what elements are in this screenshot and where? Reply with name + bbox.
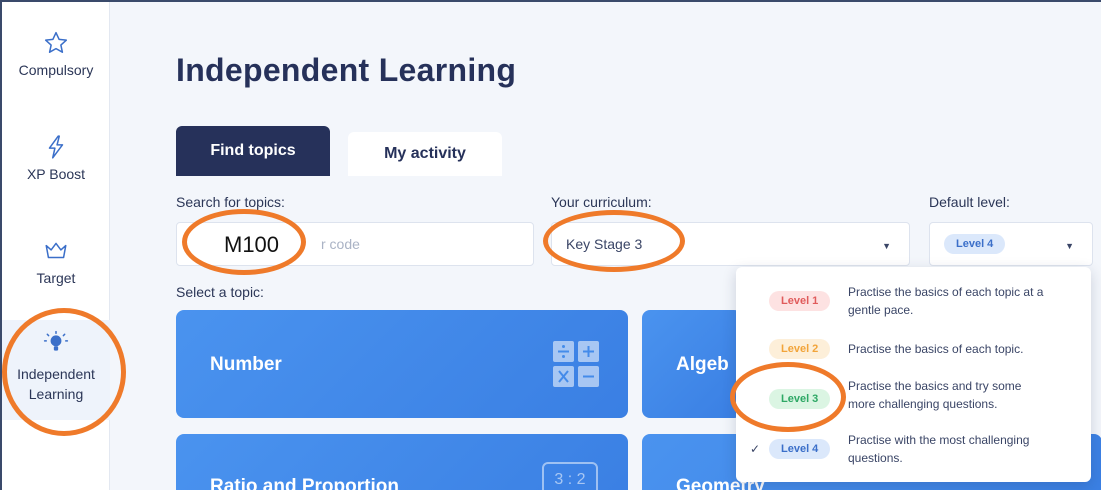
tab-my-activity[interactable]: My activity [348,132,502,176]
default-level-select[interactable]: Level 4 ▼ [929,222,1093,266]
level-badge: Level 1 [769,291,831,311]
default-level-label: Default level: [929,194,1010,210]
checkmark-icon: ✓ [750,442,761,456]
star-icon [44,31,68,53]
sidebar: Compulsory XP Boost Target Independent L… [2,2,110,490]
sidebar-item-label: Target [36,270,76,286]
sidebar-item-label: Independent Learning [17,366,95,402]
lightbulb-icon [43,330,69,351]
search-placeholder: r code [321,236,360,252]
topic-title: Ratio and Proportion [210,476,399,490]
topic-card-number[interactable]: Number [176,310,628,418]
curriculum-select[interactable]: Key Stage 3 ▼ [551,222,910,266]
search-label: Search for topics: [176,194,285,210]
app-frame: Compulsory XP Boost Target Independent L… [0,0,1101,490]
curriculum-value: Key Stage 3 [566,236,643,252]
level-description: Practise the basics and try some more ch… [848,379,1022,411]
level-badge: Level 4 [769,439,831,459]
level-option-4[interactable]: ✓ Level 4 Practise with the most challen… [736,431,1091,479]
level-option-2[interactable]: Level 2 Practise the basics of each topi… [736,339,1091,371]
page-title: Independent Learning [176,52,517,88]
select-topic-label: Select a topic: [176,284,264,300]
lightning-icon [48,135,64,159]
topic-card-algebra[interactable]: Algeb [642,310,742,418]
ratio-icon: 3 : 2 [542,462,598,490]
level-badge: Level 3 [769,389,831,409]
level-description: Practise the basics of each topic. [848,342,1024,356]
topic-title: Algeb [676,354,729,375]
curriculum-label: Your curriculum: [551,194,652,210]
tab-find-topics[interactable]: Find topics [176,126,330,176]
level-badge: Level 4 [944,234,1006,254]
level-dropdown-menu: Level 1 Practise the basics of each topi… [736,267,1091,482]
level-description: Practise with the most challenging quest… [848,433,1030,465]
calculator-operations-icon [553,341,599,387]
sidebar-item-target[interactable]: Target [2,238,110,286]
topic-card-ratio-proportion[interactable]: Ratio and Proportion 3 : 2 [176,434,628,490]
chevron-down-icon: ▼ [882,241,891,251]
level-badge: Level 2 [769,339,831,359]
sidebar-item-xp-boost[interactable]: XP Boost [2,134,110,182]
chevron-down-icon: ▼ [1065,241,1074,251]
sidebar-item-label: XP Boost [26,166,86,182]
sidebar-item-compulsory[interactable]: Compulsory [2,30,110,78]
crown-icon [45,242,67,259]
level-option-3[interactable]: Level 3 Practise the basics and try some… [736,377,1091,425]
sidebar-item-independent-learning[interactable]: Independent Learning [2,320,110,420]
sidebar-item-label: Compulsory [18,62,94,78]
search-value-overlay: M100 [224,232,280,257]
level-description: Practise the basics of each topic at a g… [848,285,1044,317]
level-option-1[interactable]: Level 1 Practise the basics of each topi… [736,283,1091,331]
topic-title: Number [210,354,282,375]
